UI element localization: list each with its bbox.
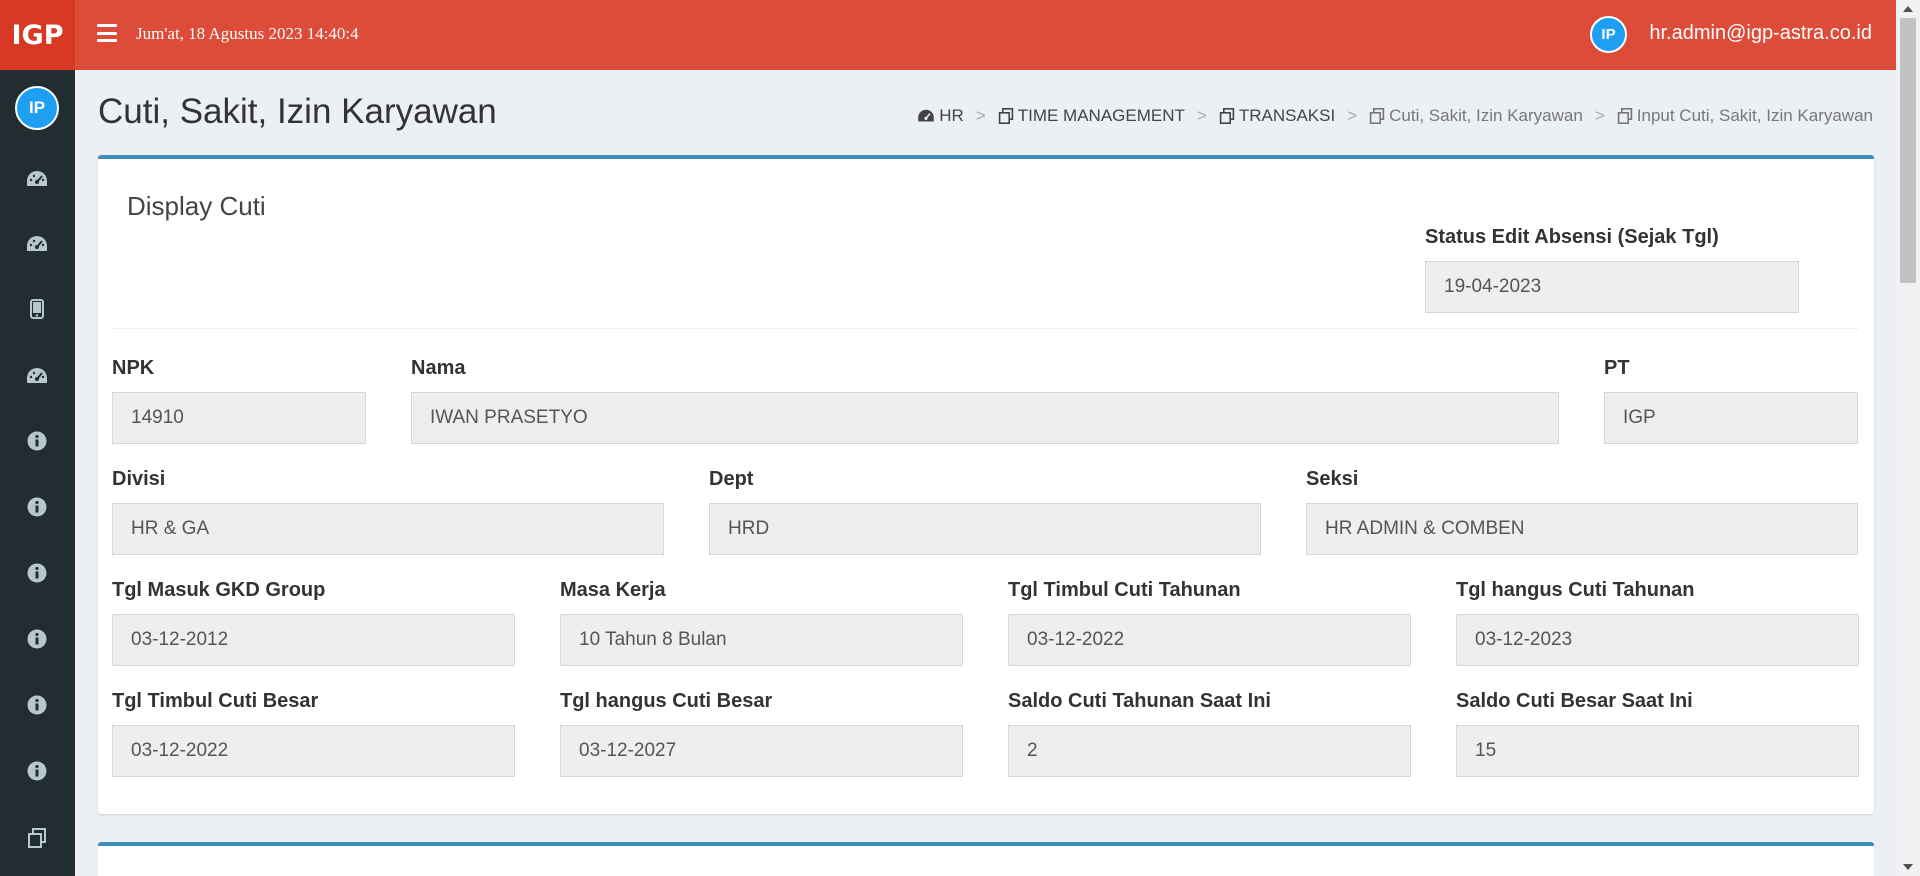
copy-icon[interactable]	[26, 827, 48, 849]
dept-input[interactable]: HRD	[709, 503, 1261, 555]
seksi-input[interactable]: HR ADMIN & COMBEN	[1306, 503, 1858, 555]
breadcrumb-item-cuti[interactable]: Cuti, Sakit, Izin Karyawan	[1369, 106, 1583, 126]
tgl-timbul-tahunan-input[interactable]: 03-12-2022	[1008, 614, 1411, 666]
breadcrumb-label: HR	[939, 106, 964, 125]
masa-kerja-field: Masa Kerja 10 Tahun 8 Bulan	[560, 578, 963, 666]
current-datetime: Jum'at, 18 Agustus 2023 14:40:4	[136, 24, 359, 43]
breadcrumb-label: TIME MANAGEMENT	[1017, 106, 1185, 125]
dashboard-icon[interactable]	[26, 168, 48, 190]
tgl-timbul-tahunan-field: Tgl Timbul Cuti Tahunan 03-12-2022	[1008, 578, 1411, 666]
tgl-hangus-tahunan-field: Tgl hangus Cuti Tahunan 03-12-2023	[1456, 578, 1859, 666]
npk-label: NPK	[112, 357, 155, 379]
breadcrumb-item-hr[interactable]: HR	[917, 106, 964, 126]
app-logo[interactable]: IGP	[0, 0, 75, 70]
tgl-masuk-input[interactable]: 03-12-2012	[112, 614, 515, 666]
copy-icon	[998, 108, 1013, 124]
info-icon[interactable]	[26, 430, 48, 452]
breadcrumb: HR > TIME MANAGEMENT > TRANSAKSI > Cuti,…	[917, 106, 1873, 126]
saldo-tahunan-field: Saldo Cuti Tahunan Saat Ini 2	[1008, 689, 1411, 777]
mobile-icon[interactable]	[26, 298, 48, 320]
nama-input[interactable]: IWAN PRASETYO	[411, 392, 1559, 444]
status-edit-field: Status Edit Absensi (Sejak Tgl) 19-04-20…	[1425, 225, 1799, 313]
dept-field: Dept HRD	[709, 467, 1261, 555]
nama-label: Nama	[411, 357, 466, 379]
sidebar-avatar: IP	[15, 86, 59, 130]
breadcrumb-item-transaksi[interactable]: TRANSAKSI	[1219, 106, 1335, 126]
info-icon[interactable]	[26, 628, 48, 650]
tgl-timbul-besar-input[interactable]: 03-12-2022	[112, 725, 515, 777]
breadcrumb-item-input-cuti: Input Cuti, Sakit, Izin Karyawan	[1617, 106, 1873, 126]
user-avatar[interactable]: IP	[1590, 16, 1627, 53]
tgl-hangus-tahunan-label: Tgl hangus Cuti Tahunan	[1456, 579, 1695, 601]
pt-input[interactable]: IGP	[1604, 392, 1858, 444]
copy-icon	[1369, 108, 1385, 124]
tgl-hangus-besar-input[interactable]: 03-12-2027	[560, 725, 963, 777]
tgl-timbul-besar-label: Tgl Timbul Cuti Besar	[112, 690, 319, 712]
tgl-hangus-tahunan-input[interactable]: 03-12-2023	[1456, 614, 1859, 666]
divisi-label: Divisi	[112, 468, 166, 490]
info-icon[interactable]	[26, 694, 48, 716]
dashboard-icon	[918, 109, 934, 122]
display-cuti-box: Display Cuti Status Edit Absensi (Sejak …	[98, 155, 1874, 814]
masa-kerja-input[interactable]: 10 Tahun 8 Bulan	[560, 614, 963, 666]
pt-label: PT	[1604, 357, 1630, 379]
copy-icon	[1617, 108, 1632, 124]
npk-input[interactable]: 14910	[112, 392, 366, 444]
seksi-field: Seksi HR ADMIN & COMBEN	[1306, 467, 1858, 555]
nama-field: Nama IWAN PRASETYO	[411, 356, 1559, 444]
info-icon[interactable]	[26, 496, 48, 518]
saldo-besar-label: Saldo Cuti Besar Saat Ini	[1456, 690, 1693, 712]
saldo-besar-input[interactable]: 15	[1456, 725, 1859, 777]
status-edit-label: Status Edit Absensi (Sejak Tgl)	[1425, 226, 1719, 248]
scroll-up-arrow-icon[interactable]	[1903, 6, 1913, 12]
saldo-tahunan-input[interactable]: 2	[1008, 725, 1411, 777]
page-title: Cuti, Sakit, Izin Karyawan	[98, 92, 497, 131]
breadcrumb-label: TRANSAKSI	[1238, 106, 1336, 125]
tgl-hangus-besar-label: Tgl hangus Cuti Besar	[560, 690, 773, 712]
page-scrollbar[interactable]	[1896, 0, 1920, 876]
breadcrumb-item-time-management[interactable]: TIME MANAGEMENT	[998, 106, 1185, 126]
tgl-masuk-field: Tgl Masuk GKD Group 03-12-2012	[112, 578, 515, 666]
npk-field: NPK 14910	[112, 356, 366, 444]
dept-label: Dept	[709, 468, 754, 490]
saldo-besar-field: Saldo Cuti Besar Saat Ini 15	[1456, 689, 1859, 777]
divisi-field: Divisi HR & GA	[112, 467, 664, 555]
top-navbar: Jum'at, 18 Agustus 2023 14:40:4 IP hr.ad…	[75, 0, 1896, 70]
tgl-hangus-besar-field: Tgl hangus Cuti Besar 03-12-2027	[560, 689, 963, 777]
pt-field: PT IGP	[1604, 356, 1858, 444]
info-icon[interactable]	[26, 760, 48, 782]
tgl-timbul-tahunan-label: Tgl Timbul Cuti Tahunan	[1008, 579, 1241, 601]
seksi-label: Seksi	[1306, 468, 1359, 490]
sidebar: IP	[0, 70, 75, 876]
saldo-tahunan-label: Saldo Cuti Tahunan Saat Ini	[1008, 690, 1271, 712]
divisi-input[interactable]: HR & GA	[112, 503, 664, 555]
second-box	[98, 842, 1874, 876]
user-email[interactable]: hr.admin@igp-astra.co.id	[1649, 22, 1872, 45]
masa-kerja-label: Masa Kerja	[560, 579, 666, 601]
menu-toggle-icon[interactable]	[97, 24, 117, 42]
dashboard-icon[interactable]	[26, 233, 48, 255]
box-divider	[113, 328, 1859, 329]
scroll-thumb[interactable]	[1900, 18, 1916, 283]
dashboard-icon[interactable]	[26, 365, 48, 387]
tgl-timbul-besar-field: Tgl Timbul Cuti Besar 03-12-2022	[112, 689, 515, 777]
status-edit-input[interactable]: 19-04-2023	[1425, 261, 1799, 313]
scroll-down-arrow-icon[interactable]	[1903, 864, 1913, 870]
copy-icon	[1219, 108, 1235, 124]
info-icon[interactable]	[26, 562, 48, 584]
breadcrumb-label: Cuti, Sakit, Izin Karyawan	[1389, 106, 1583, 125]
tgl-masuk-label: Tgl Masuk GKD Group	[112, 579, 326, 601]
breadcrumb-label: Input Cuti, Sakit, Izin Karyawan	[1636, 106, 1873, 125]
box-title: Display Cuti	[127, 191, 266, 221]
